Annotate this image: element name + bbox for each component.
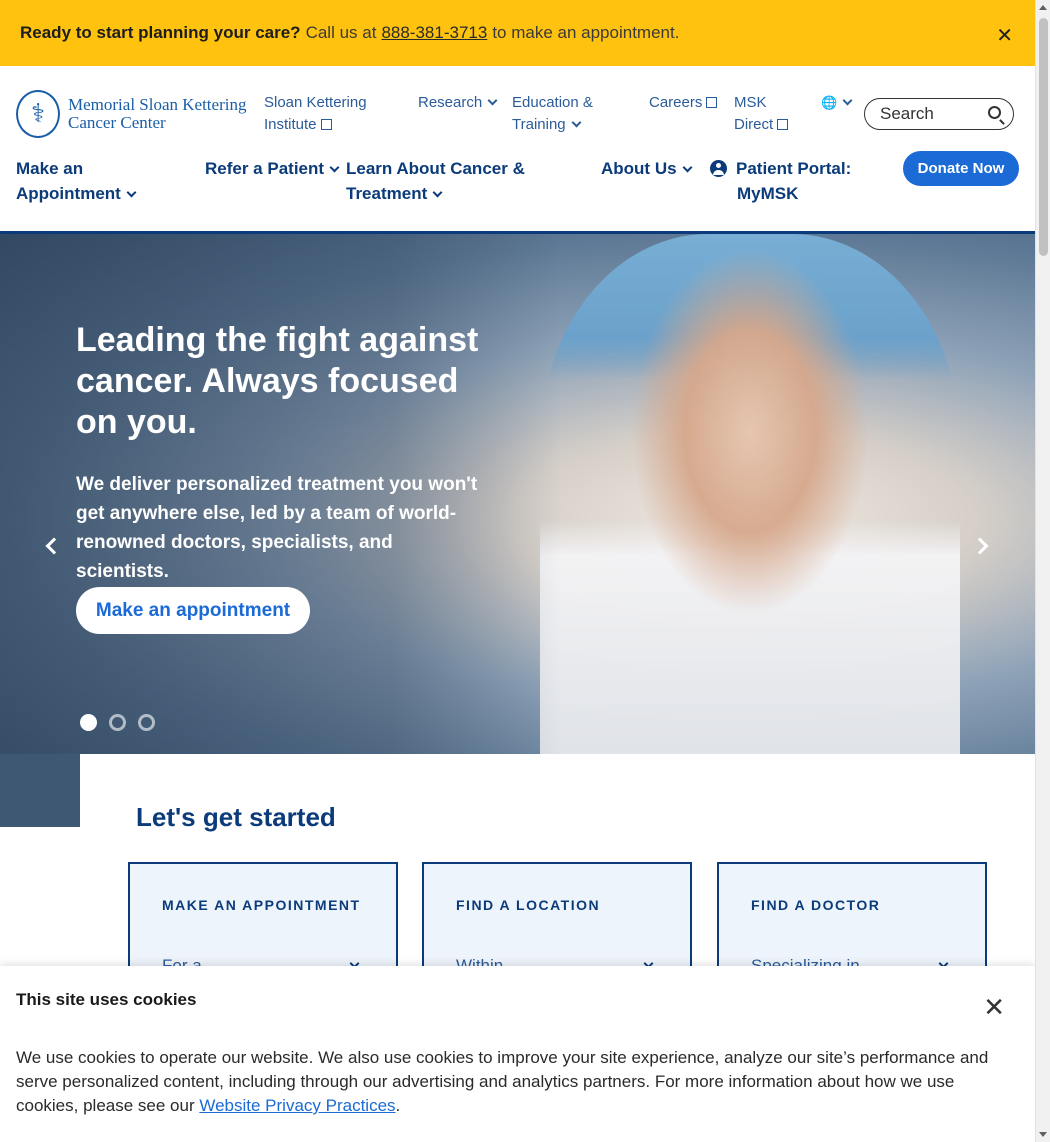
utility-link-label: Sloan Kettering	[264, 94, 367, 111]
carousel-dot[interactable]	[80, 714, 97, 731]
site-header: ⚕ Memorial Sloan Kettering Cancer Center…	[0, 66, 1035, 234]
nav-label: Learn About Cancer &	[346, 159, 525, 178]
utility-link-label: Institute	[264, 116, 317, 133]
nav-label: Make an	[16, 159, 84, 178]
chevron-down-icon	[126, 187, 137, 198]
card-label: FIND A LOCATION	[456, 897, 601, 913]
card-label: FIND A DOCTOR	[751, 897, 881, 913]
cookie-body: We use cookies to operate our website. W…	[16, 1046, 1016, 1118]
utility-link-education[interactable]: Education & Training	[512, 92, 593, 136]
nav-label: Treatment	[346, 184, 428, 203]
nav-label: MyMSK	[737, 184, 799, 203]
cookie-body-text: We use cookies to operate our website. W…	[16, 1048, 989, 1115]
chevron-down-icon	[682, 162, 692, 173]
chevron-down-icon	[329, 162, 340, 173]
chevron-down-icon	[487, 95, 498, 106]
cookie-body-end: .	[395, 1096, 401, 1115]
nav-label: Appointment	[16, 184, 121, 203]
hero-doctor-photo	[540, 234, 960, 754]
language-selector[interactable]: 🌐	[821, 92, 853, 114]
card-label: MAKE AN APPOINTMENT	[162, 897, 361, 913]
banner-close-icon[interactable]: ✕	[996, 23, 1013, 48]
utility-link-label: MSK	[734, 94, 767, 111]
get-started-title: Let's get started	[136, 802, 336, 832]
carousel-dot[interactable]	[138, 714, 155, 731]
cookie-title: This site uses cookies	[16, 990, 197, 1009]
utility-link-research[interactable]: Research	[418, 92, 498, 114]
nav-make-appointment[interactable]: Make an Appointment	[16, 156, 137, 206]
utility-link-msk-direct[interactable]: MSK Direct	[734, 92, 789, 136]
logo-mark-icon: ⚕	[16, 90, 60, 138]
scrollbar-thumb[interactable]	[1039, 18, 1048, 256]
page-scrollbar[interactable]	[1035, 0, 1050, 1142]
cookie-banner: This site uses cookies ✕ We use cookies …	[0, 966, 1035, 1142]
make-appointment-button[interactable]: Make an appointment	[76, 587, 310, 634]
logo-line-1: Memorial Sloan Kettering	[68, 95, 247, 114]
cookie-close-icon[interactable]: ✕	[983, 992, 1005, 1023]
nav-learn-about-cancer[interactable]: Learn About Cancer & Treatment	[346, 156, 525, 206]
banner-lead: Ready to start planning your care?	[20, 23, 301, 42]
nav-label: About Us	[601, 159, 677, 178]
logo-line-2: Cancer Center	[68, 113, 166, 132]
nav-about-us[interactable]: About Us	[601, 156, 692, 181]
external-link-icon	[706, 97, 718, 108]
external-link-icon	[777, 119, 789, 130]
nav-patient-portal[interactable]: Patient Portal: MyMSK	[710, 156, 851, 206]
hero-heading: Leading the fight against cancer. Always…	[76, 321, 479, 441]
user-circle-icon	[710, 160, 727, 177]
hero-body: We deliver personalized treatment you wo…	[76, 474, 478, 582]
scroll-down-icon[interactable]	[1039, 1132, 1047, 1137]
hero-edge-block	[0, 754, 80, 827]
carousel-dot[interactable]	[109, 714, 126, 731]
scroll-up-icon[interactable]	[1039, 5, 1047, 10]
nav-refer-patient[interactable]: Refer a Patient	[205, 156, 340, 181]
external-link-icon	[320, 119, 332, 130]
hero-carousel: Leading the fight against cancer. Always…	[0, 234, 1035, 754]
utility-link-label: Careers	[649, 94, 703, 111]
utility-link-label: Direct	[734, 116, 774, 133]
search-placeholder: Search	[880, 104, 934, 123]
utility-link-label: Education &	[512, 94, 593, 111]
chevron-down-icon	[432, 187, 443, 198]
search-icon[interactable]	[988, 106, 1001, 119]
donate-button[interactable]: Donate Now	[903, 151, 1019, 186]
carousel-next-icon[interactable]	[971, 537, 989, 555]
utility-link-label: Training	[512, 116, 566, 133]
chevron-down-icon	[842, 95, 853, 106]
globe-icon: 🌐	[821, 95, 838, 110]
appointment-banner: Ready to start planning your care? Call …	[0, 0, 1035, 66]
privacy-practices-link[interactable]: Website Privacy Practices	[199, 1096, 395, 1115]
logo-wordmark: Memorial Sloan Kettering Cancer Center	[68, 96, 246, 132]
carousel-dots	[80, 714, 155, 731]
msk-logo[interactable]: ⚕ Memorial Sloan Kettering Cancer Center	[16, 90, 246, 138]
utility-link-ski[interactable]: Sloan Kettering Institute	[264, 92, 367, 136]
banner-phone-link[interactable]: 888-381-3713	[381, 23, 487, 43]
search-input[interactable]: Search	[864, 98, 1014, 130]
banner-post: to make an appointment.	[492, 23, 680, 42]
utility-link-label: Research	[418, 94, 483, 111]
banner-pre: Call us at	[305, 23, 377, 42]
nav-label: Patient Portal:	[736, 159, 852, 178]
chevron-down-icon	[571, 117, 582, 128]
utility-link-careers[interactable]: Careers	[649, 92, 718, 114]
nav-label: Refer a Patient	[205, 159, 325, 178]
